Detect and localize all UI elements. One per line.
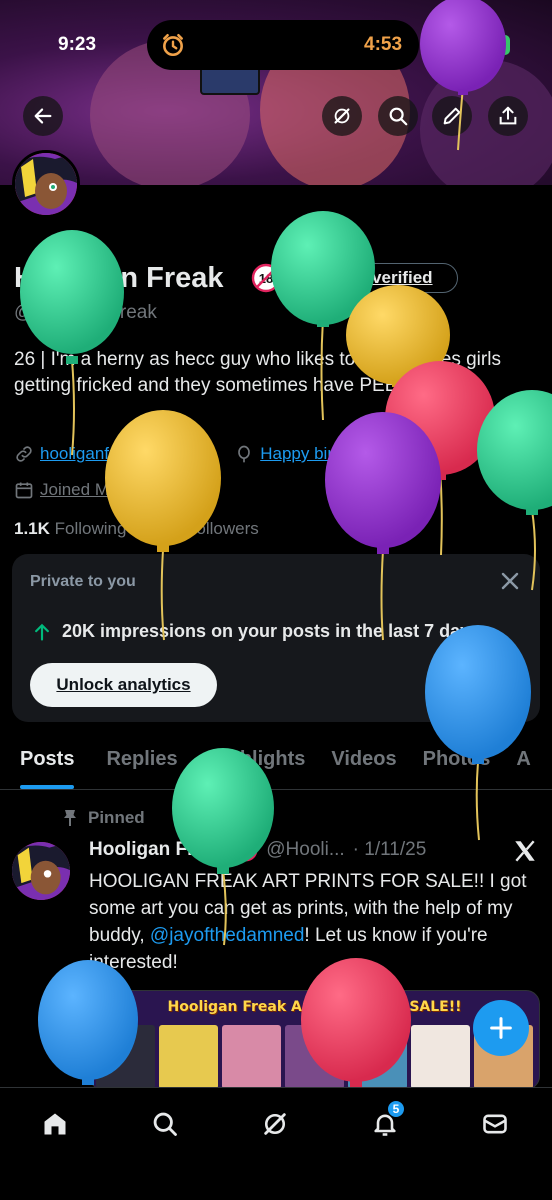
website-link[interactable]: hooliganfreak.carrd.co xyxy=(40,444,208,464)
tab-highlights[interactable]: Highlights xyxy=(208,744,306,789)
get-verified-label: Get verified xyxy=(339,268,433,287)
bottom-navigation: 5 xyxy=(0,1087,552,1200)
joined-date: Joined March 2019 xyxy=(40,480,185,499)
profile-meta-row: hooliganfreak.carrd.co Happy birthday! xyxy=(14,444,379,464)
plus-icon xyxy=(490,1017,512,1039)
arrow-up-icon xyxy=(35,623,49,641)
post-text: HOOLIGAN FREAK ART PRINTS FOR SALE!! I g… xyxy=(89,871,527,973)
joined-row[interactable]: Joined March 2019 xyxy=(14,480,211,500)
search-icon xyxy=(153,1112,177,1136)
balloon-icon xyxy=(238,445,251,463)
mail-icon xyxy=(483,1114,507,1134)
tab-replies[interactable]: Replies xyxy=(106,744,177,789)
nav-search[interactable] xyxy=(147,1106,183,1142)
live-activity-time: 4:53 xyxy=(364,34,403,55)
tab-more[interactable]: A xyxy=(516,744,530,789)
chevron-right-icon xyxy=(197,483,206,497)
edit-button[interactable] xyxy=(432,96,472,136)
profile-bio: 26 | I'm a herny as hecc guy who likes t… xyxy=(14,349,501,396)
compose-button[interactable] xyxy=(473,1000,529,1056)
followers-link[interactable]: 7.9K Followers xyxy=(145,519,258,538)
tab-posts[interactable]: Posts xyxy=(20,744,75,789)
alarm-clock-icon xyxy=(163,33,183,57)
pencil-icon xyxy=(443,107,461,125)
post-author-handle[interactable]: @Hooli... xyxy=(266,839,344,861)
pin-icon xyxy=(64,810,76,826)
grok-button[interactable] xyxy=(322,96,362,136)
grok-icon xyxy=(264,1113,286,1135)
notification-count-badge: 5 xyxy=(387,1100,405,1118)
grok-icon xyxy=(334,108,350,124)
share-button[interactable] xyxy=(488,96,528,136)
following-link[interactable]: 1.1K Following xyxy=(14,519,126,538)
back-button[interactable] xyxy=(23,96,63,136)
search-icon xyxy=(389,107,408,126)
calendar-icon xyxy=(15,482,33,499)
post-header: Hooligan Freak 18 @Hooli... · 1/11/25 xyxy=(89,838,426,862)
birthday-link[interactable]: Happy birthday! xyxy=(260,444,379,464)
post-media-image[interactable]: Hooligan Freak Art Prints FOR SALE!! xyxy=(89,990,540,1090)
nav-messages[interactable] xyxy=(477,1106,513,1142)
share-icon xyxy=(499,106,517,125)
media-title-text: Hooligan Freak Art Prints FOR SALE!! xyxy=(167,999,462,1015)
card-title: Private to you xyxy=(30,573,136,590)
media-thumbnails xyxy=(96,1025,533,1089)
wifi-icon xyxy=(442,36,464,52)
mention-link[interactable]: @jayofthedamned xyxy=(150,925,305,946)
search-button[interactable] xyxy=(378,96,418,136)
private-analytics-card: Private to you 20K impressions on your p… xyxy=(12,554,540,722)
follow-stats: 1.1K Following 7.9K Followers xyxy=(14,519,259,539)
profile-handle: @HooliganFreak xyxy=(14,302,157,323)
post-date: · 1/11/25 xyxy=(352,839,427,860)
link-icon xyxy=(16,446,32,462)
age-18-badge-icon: 18 xyxy=(234,838,258,862)
nav-grok[interactable] xyxy=(257,1106,293,1142)
nav-notifications[interactable]: 5 xyxy=(367,1100,405,1142)
profile-tabs: Posts Replies Highlights Videos Photos A xyxy=(0,744,552,790)
tab-photos[interactable]: Photos xyxy=(423,744,491,789)
profile-avatar[interactable] xyxy=(12,150,80,218)
verified-badge-icon xyxy=(312,269,330,287)
nav-home[interactable] xyxy=(37,1106,73,1142)
tab-videos[interactable]: Videos xyxy=(331,744,396,789)
post-author-avatar[interactable] xyxy=(12,842,70,900)
pinned-label-row: Pinned xyxy=(62,808,145,828)
battery-indicator: 85⚡ xyxy=(471,35,510,55)
unlock-analytics-button[interactable]: Unlock analytics xyxy=(30,663,217,707)
display-name: Hooligan Freak xyxy=(14,262,224,294)
close-icon[interactable] xyxy=(498,569,522,593)
age-18-badge-icon: 18 xyxy=(251,263,281,293)
status-time: 9:23 xyxy=(58,34,97,55)
arrow-left-icon xyxy=(34,108,52,124)
get-verified-button[interactable]: Get verified xyxy=(296,263,458,293)
avatar-art xyxy=(12,842,70,900)
home-icon xyxy=(44,1113,66,1135)
post-author-name[interactable]: Hooligan Freak xyxy=(89,839,226,861)
impressions-stat: 20K impressions on your posts in the las… xyxy=(32,621,480,642)
x-logo-icon xyxy=(515,840,535,862)
avatar-art xyxy=(15,153,77,215)
